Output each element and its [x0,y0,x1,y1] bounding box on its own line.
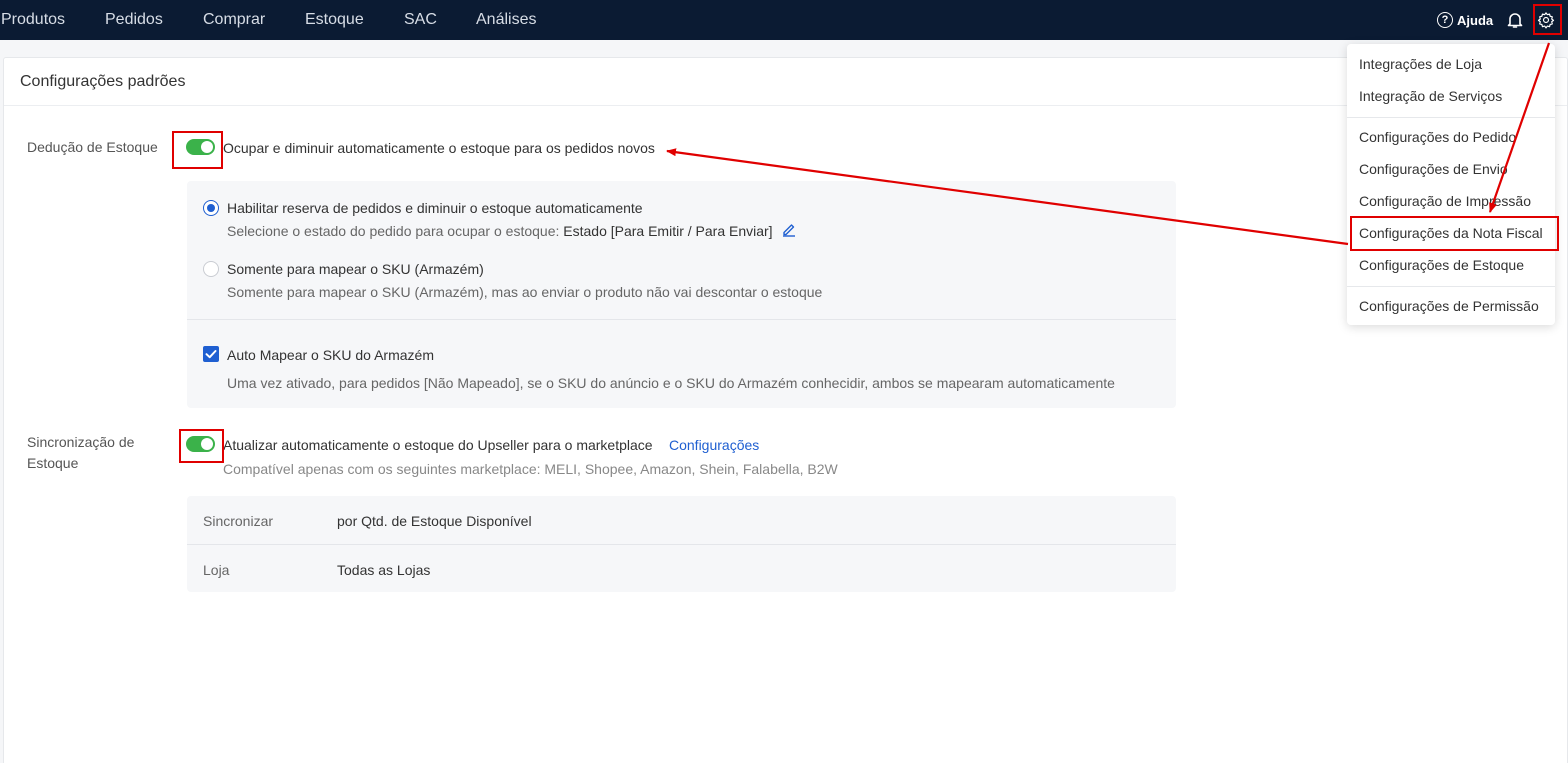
menu-item-shipping-settings[interactable]: Configurações de Envio [1359,160,1508,178]
annotation-box-gear [1533,4,1562,35]
sync-row-divider [187,544,1176,545]
menu-item-stock-settings[interactable]: Configurações de Estoque [1359,256,1524,274]
top-navigation-bar: Produtos Pedidos Comprar Estoque SAC Aná… [0,0,1568,40]
option-map-sku-desc: Somente para mapear o SKU (Armazém), mas… [227,284,823,300]
help-button[interactable]: ? Ajuda [1437,0,1493,40]
nav-item-estoque[interactable]: Estoque [305,10,364,30]
menu-item-order-settings[interactable]: Configurações do Pedido [1359,128,1516,146]
menu-item-permission-settings[interactable]: Configurações de Permissão [1359,297,1539,315]
settings-dropdown-menu: Integrações de Loja Integração de Serviç… [1347,44,1555,325]
settings-card: Configurações padrões [3,57,1568,763]
edit-pencil-icon[interactable] [781,221,797,242]
menu-item-print-settings[interactable]: Configuração de Impressão [1359,192,1531,210]
nav-item-comprar[interactable]: Comprar [203,10,265,30]
automap-desc: Uma vez ativado, para pedidos [Não Mapea… [227,375,1115,391]
nav-item-sac[interactable]: SAC [404,10,437,30]
annotation-box-sync-toggle [179,429,224,463]
annotation-box-invoice-menu-item [1350,216,1559,251]
card-header: Configurações padrões [4,58,1567,106]
sync-configuracoes-link[interactable]: Configurações [669,436,759,454]
deduction-main-text: Ocupar e diminuir automaticamente o esto… [223,140,655,156]
sync-label-line2: Estoque [27,455,79,471]
page-title: Configurações padrões [20,73,186,90]
checkmark-icon [205,350,217,359]
store-row-value: Todas as Lojas [337,562,431,578]
nav-item-produtos[interactable]: Produtos [1,10,65,30]
nav-item-pedidos[interactable]: Pedidos [105,10,163,30]
sync-compat-text: Compatível apenas com os seguintes marke… [223,461,838,477]
panel-divider [187,319,1176,320]
store-row-key: Loja [203,562,230,578]
nav-item-analises[interactable]: Análises [476,10,536,30]
sync-label: Sincronização de Estoque [27,432,134,474]
menu-separator [1347,286,1555,287]
deduction-label: Dedução de Estoque [27,139,158,155]
option-reserve-desc-prefix: Selecione o estado do pedido para ocupar… [227,223,560,239]
menu-separator [1347,117,1555,118]
help-circle-icon: ? [1437,12,1453,28]
menu-item-store-integrations[interactable]: Integrações de Loja [1359,55,1482,73]
sync-row-key: Sincronizar [203,513,274,529]
automap-label[interactable]: Auto Mapear o SKU do Armazém [227,346,434,364]
sync-row-value: por Qtd. de Estoque Disponível [337,513,532,529]
bell-icon[interactable] [1507,0,1523,40]
menu-item-service-integration[interactable]: Integração de Serviços [1359,87,1502,105]
option-map-sku-radio[interactable] [203,261,219,277]
automap-checkbox[interactable] [203,346,219,362]
annotation-box-deduction-toggle [172,131,223,169]
option-reserve-radio[interactable] [203,200,219,216]
sync-main-text: Atualizar automaticamente o estoque do U… [223,437,653,453]
option-map-sku-label[interactable]: Somente para mapear o SKU (Armazém) [227,260,484,278]
option-reserve-label[interactable]: Habilitar reserva de pedidos e diminuir … [227,199,643,217]
sync-label-line1: Sincronização de [27,434,135,450]
help-label: Ajuda [1457,12,1494,28]
option-reserve-desc: Selecione o estado do pedido para ocupar… [227,222,773,240]
order-status-value: Estado [Para Emitir / Para Enviar] [563,223,773,239]
